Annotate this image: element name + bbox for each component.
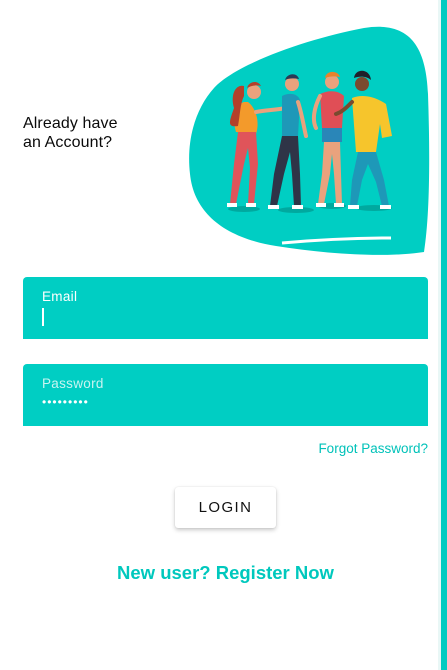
forgot-password-link[interactable]: Forgot Password?	[318, 441, 428, 456]
email-input[interactable]	[42, 307, 402, 329]
people-group-illustration	[189, 26, 430, 255]
page-heading: Already have an Account?	[23, 115, 118, 151]
password-input[interactable]: •••••••••	[42, 395, 89, 409]
password-label: Password	[42, 376, 104, 391]
login-button[interactable]: LOGIN	[175, 487, 276, 528]
password-field[interactable]: Password •••••••••	[23, 364, 428, 426]
register-link[interactable]: New user? Register Now	[0, 562, 447, 584]
email-field[interactable]: Email	[23, 277, 428, 339]
email-label: Email	[42, 289, 78, 304]
